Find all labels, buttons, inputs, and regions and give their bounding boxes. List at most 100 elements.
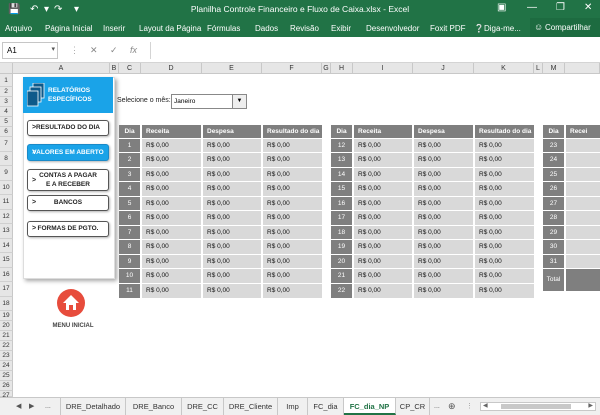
- value-cell[interactable]: R$ 0,00: [262, 239, 322, 254]
- day-cell[interactable]: 16: [331, 195, 354, 211]
- bancos-button[interactable]: > BANCOS: [27, 195, 109, 211]
- customize-qat-icon[interactable]: ▾: [74, 3, 79, 17]
- row-header[interactable]: 4: [0, 107, 13, 117]
- day-cell[interactable]: 9: [119, 253, 142, 269]
- add-sheet-icon[interactable]: ⊕: [448, 398, 456, 415]
- day-cell[interactable]: 21: [331, 268, 354, 283]
- day-cell[interactable]: 15: [331, 181, 354, 196]
- value-cell[interactable]: R$ 0,00: [413, 210, 475, 225]
- row-header[interactable]: 11: [0, 195, 13, 210]
- minimize-button[interactable]: —: [527, 2, 537, 13]
- tab-arquivo[interactable]: Arquivo: [5, 24, 32, 33]
- day-cell[interactable]: 18: [331, 224, 354, 240]
- value-cell[interactable]: R$ 0,00: [262, 224, 322, 240]
- sheet-tab-imp[interactable]: Imp: [278, 398, 308, 415]
- sheet-tab-dre-cliente[interactable]: DRE_Cliente: [224, 398, 278, 415]
- enter-icon[interactable]: ✓: [110, 45, 118, 56]
- row-header[interactable]: 19: [0, 311, 13, 321]
- tabs-more-right[interactable]: ...: [434, 398, 440, 415]
- tab-split-icon[interactable]: ⋮: [466, 398, 473, 415]
- row-header[interactable]: 8: [0, 151, 13, 166]
- value-cell[interactable]: R$ 0,00: [262, 268, 322, 283]
- value-cell[interactable]: R$ 0,00: [202, 224, 263, 240]
- column-header-j[interactable]: J: [413, 63, 474, 74]
- value-cell[interactable]: R$ 0,00: [413, 152, 475, 167]
- value-cell[interactable]: R$ 0,00: [202, 282, 263, 298]
- value-cell[interactable]: R$ 0,00: [141, 253, 203, 269]
- value-cell[interactable]: R$ 0,00: [353, 282, 414, 298]
- value-cell[interactable]: R$ 0,00: [262, 152, 322, 167]
- tab-dados[interactable]: Dados: [255, 24, 278, 33]
- sheet-tab-fc-dia[interactable]: FC_dia: [308, 398, 344, 415]
- value-cell[interactable]: R$ 0,00: [413, 253, 475, 269]
- tell-me-search[interactable]: Diga-me...: [484, 24, 521, 33]
- value-cell[interactable]: R$ 0,00: [413, 137, 475, 153]
- value-cell[interactable]: R$ 0,00: [262, 210, 322, 225]
- column-header-k[interactable]: K: [474, 63, 534, 74]
- chevron-down-icon[interactable]: ▼: [232, 95, 246, 108]
- value-cell[interactable]: R$ 0,00: [353, 268, 414, 283]
- share-button[interactable]: ☺ Compartilhar: [530, 18, 600, 37]
- value-cell[interactable]: R$ 0,00: [413, 239, 475, 254]
- value-cell[interactable]: R$ 0,00: [202, 181, 263, 196]
- value-cell[interactable]: R$ 0,00: [262, 253, 322, 269]
- sheet-tab-dre-detalhado[interactable]: DRE_Detalhado: [60, 398, 126, 415]
- tab-revisao[interactable]: Revisão: [290, 24, 319, 33]
- day-cell[interactable]: 17: [331, 210, 354, 225]
- day-cell[interactable]: 1: [119, 137, 142, 153]
- scrollbar-thumb[interactable]: [501, 404, 571, 409]
- value-cell[interactable]: R$ 0,00: [262, 195, 322, 211]
- value-cell[interactable]: R$ 0,00: [202, 239, 263, 254]
- row-header[interactable]: 5: [0, 117, 13, 127]
- tab-inserir[interactable]: Inserir: [103, 24, 125, 33]
- value-cell[interactable]: [565, 166, 600, 182]
- value-cell[interactable]: [565, 239, 600, 254]
- day-cell[interactable]: 27: [543, 195, 566, 211]
- value-cell[interactable]: [565, 152, 600, 167]
- value-cell[interactable]: R$ 0,00: [353, 137, 414, 153]
- column-header-b[interactable]: B: [110, 63, 119, 74]
- value-cell[interactable]: R$ 0,00: [202, 152, 263, 167]
- formula-bar-splitter-icon[interactable]: ⋮: [70, 45, 79, 56]
- name-box-dropdown-icon[interactable]: ▾: [51, 45, 55, 53]
- value-cell[interactable]: R$ 0,00: [202, 195, 263, 211]
- value-cell[interactable]: R$ 0,00: [413, 224, 475, 240]
- save-icon[interactable]: 💾: [8, 3, 20, 17]
- day-cell[interactable]: 5: [119, 195, 142, 211]
- day-cell[interactable]: 13: [331, 152, 354, 167]
- row-header[interactable]: 9: [0, 166, 13, 181]
- scroll-left-arrow-icon[interactable]: ◀: [483, 402, 488, 409]
- day-cell[interactable]: 10: [119, 268, 142, 283]
- value-cell[interactable]: R$ 0,00: [353, 152, 414, 167]
- resultado-do-dia-button[interactable]: > RESULTADO DO DIA: [27, 120, 109, 136]
- day-cell[interactable]: 2: [119, 152, 142, 167]
- value-cell[interactable]: R$ 0,00: [474, 152, 534, 167]
- row-header[interactable]: 17: [0, 282, 13, 297]
- day-cell[interactable]: 20: [331, 253, 354, 269]
- value-cell[interactable]: R$ 0,00: [202, 137, 263, 153]
- day-cell[interactable]: 22: [331, 282, 354, 298]
- value-cell[interactable]: R$ 0,00: [141, 239, 203, 254]
- restore-button[interactable]: ❐: [556, 2, 565, 13]
- day-cell[interactable]: 25: [543, 166, 566, 182]
- valores-em-aberto-button[interactable]: > VALORES EM ABERTO: [27, 144, 109, 161]
- row-header[interactable]: 6: [0, 127, 13, 137]
- value-cell[interactable]: R$ 0,00: [413, 268, 475, 283]
- row-header[interactable]: 10: [0, 180, 13, 195]
- day-cell[interactable]: 12: [331, 137, 354, 153]
- day-cell[interactable]: 7: [119, 224, 142, 240]
- column-header-a[interactable]: A: [13, 63, 110, 74]
- value-cell[interactable]: R$ 0,00: [141, 210, 203, 225]
- day-cell[interactable]: 8: [119, 239, 142, 254]
- value-cell[interactable]: R$ 0,00: [413, 282, 475, 298]
- value-cell[interactable]: R$ 0,00: [141, 152, 203, 167]
- day-cell[interactable]: 28: [543, 210, 566, 225]
- row-header[interactable]: 2: [0, 87, 13, 97]
- tab-exibir[interactable]: Exibir: [331, 24, 351, 33]
- value-cell[interactable]: R$ 0,00: [141, 268, 203, 283]
- value-cell[interactable]: R$ 0,00: [474, 137, 534, 153]
- row-header[interactable]: 24: [0, 361, 13, 371]
- day-cell[interactable]: 26: [543, 181, 566, 196]
- value-cell[interactable]: R$ 0,00: [202, 210, 263, 225]
- close-button[interactable]: ✕: [584, 2, 592, 13]
